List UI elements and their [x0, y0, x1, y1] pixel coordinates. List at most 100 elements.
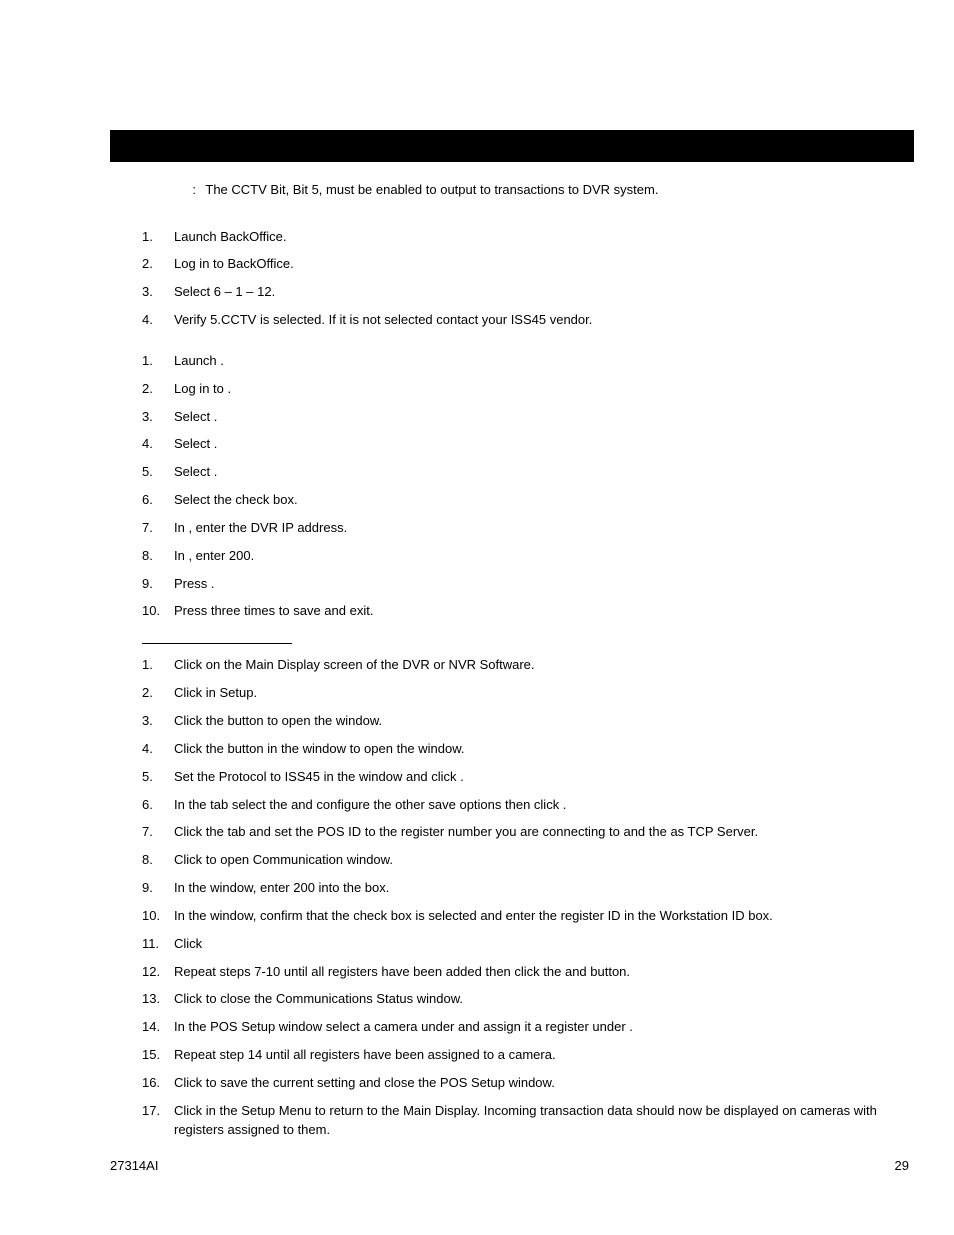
step-num: 8. — [142, 547, 174, 566]
step-num: 4. — [142, 311, 174, 330]
divider — [142, 643, 292, 644]
list-item: 7.In , enter the DVR IP address. — [142, 519, 894, 538]
step-text: Launch BackOffice. — [174, 228, 894, 247]
list-item: 16.Click to save the current setting and… — [142, 1074, 894, 1093]
step-text: In the POS Setup window select a camera … — [174, 1018, 894, 1037]
step-text: Click the button to open the window. — [174, 712, 894, 731]
step-num: 5. — [142, 463, 174, 482]
step-text: Click the tab and set the POS ID to the … — [174, 823, 894, 842]
step-num: 8. — [142, 851, 174, 870]
step-text: In the tab select the and configure the … — [174, 796, 894, 815]
footer-left: 27314AI — [110, 1158, 158, 1173]
list-item: 1.Click on the Main Display screen of th… — [142, 656, 894, 675]
step-text: Click to close the Communications Status… — [174, 990, 894, 1009]
step-num: 2. — [142, 380, 174, 399]
step-num: 4. — [142, 435, 174, 454]
step-num: 6. — [142, 491, 174, 510]
step-num: 3. — [142, 408, 174, 427]
step-text: Select . — [174, 408, 894, 427]
step-num: 11. — [142, 935, 174, 954]
list-item: 4.Verify 5.CCTV is selected. If it is no… — [142, 311, 894, 330]
page-number: 29 — [895, 1158, 909, 1173]
list-item: 17.Click in the Setup Menu to return to … — [142, 1102, 894, 1140]
list-item: 6.In the tab select the and configure th… — [142, 796, 894, 815]
step-num: 13. — [142, 990, 174, 1009]
step-num: 9. — [142, 575, 174, 594]
step-num: 1. — [142, 656, 174, 675]
header-bar — [110, 130, 914, 162]
list-item: 3.Select . — [142, 408, 894, 427]
list-item: 7.Click the tab and set the POS ID to th… — [142, 823, 894, 842]
step-num: 15. — [142, 1046, 174, 1065]
step-text: Click in the Setup Menu to return to the… — [174, 1102, 894, 1140]
note-colon: : — [174, 180, 202, 200]
step-text: Select . — [174, 435, 894, 454]
section-a: 1.Launch BackOffice. 2.Log in to BackOff… — [142, 228, 894, 330]
list-item: 4.Click the button in the window to open… — [142, 740, 894, 759]
step-text: Click in Setup. — [174, 684, 894, 703]
step-text: Verify 5.CCTV is selected. If it is not … — [174, 311, 894, 330]
list-item: 1.Launch . — [142, 352, 894, 371]
section-c: 1.Click on the Main Display screen of th… — [142, 656, 894, 1139]
step-text: Repeat steps 7-10 until all registers ha… — [174, 963, 894, 982]
list-item: 10.In the window, confirm that the check… — [142, 907, 894, 926]
list-item: 15.Repeat step 14 until all registers ha… — [142, 1046, 894, 1065]
step-text: In the window, enter 200 into the box. — [174, 879, 894, 898]
step-num: 10. — [142, 602, 174, 621]
step-text: Launch . — [174, 352, 894, 371]
step-text: Repeat step 14 until all registers have … — [174, 1046, 894, 1065]
list-item: 13.Click to close the Communications Sta… — [142, 990, 894, 1009]
step-num: 3. — [142, 283, 174, 302]
step-num: 3. — [142, 712, 174, 731]
step-text: Click on the Main Display screen of the … — [174, 656, 894, 675]
step-num: 1. — [142, 228, 174, 247]
step-num: 1. — [142, 352, 174, 371]
step-text: In , enter the DVR IP address. — [174, 519, 894, 538]
step-num: 6. — [142, 796, 174, 815]
list-item: 3.Select 6 – 1 – 12. — [142, 283, 894, 302]
note-text: The CCTV Bit, Bit 5, must be enabled to … — [205, 182, 658, 197]
step-num: 2. — [142, 684, 174, 703]
step-text: Click to open Communication window. — [174, 851, 894, 870]
list-item: 2.Log in to BackOffice. — [142, 255, 894, 274]
list-item: 1.Launch BackOffice. — [142, 228, 894, 247]
step-num: 9. — [142, 879, 174, 898]
step-text: Log in to BackOffice. — [174, 255, 894, 274]
list-item: 2.Click in Setup. — [142, 684, 894, 703]
list-item: 2.Log in to . — [142, 380, 894, 399]
list-item: 10.Press three times to save and exit. — [142, 602, 894, 621]
step-text: Click to save the current setting and cl… — [174, 1074, 894, 1093]
step-num: 12. — [142, 963, 174, 982]
list-item: 5.Set the Protocol to ISS45 in the windo… — [142, 768, 894, 787]
step-num: 17. — [142, 1102, 174, 1121]
step-text: Select . — [174, 463, 894, 482]
step-text: Press . — [174, 575, 894, 594]
section-b: 1.Launch . 2.Log in to . 3.Select . 4.Se… — [142, 352, 894, 621]
step-text: Press three times to save and exit. — [174, 602, 894, 621]
list-item: 3.Click the button to open the window. — [142, 712, 894, 731]
step-text: Log in to . — [174, 380, 894, 399]
step-num: 2. — [142, 255, 174, 274]
step-num: 7. — [142, 519, 174, 538]
list-item: 6.Select the check box. — [142, 491, 894, 510]
footer: 27314AI 29 — [110, 1158, 909, 1173]
step-num: 7. — [142, 823, 174, 842]
list-item: 12.Repeat steps 7-10 until all registers… — [142, 963, 894, 982]
step-num: 4. — [142, 740, 174, 759]
list-item: 8.In , enter 200. — [142, 547, 894, 566]
step-text: In , enter 200. — [174, 547, 894, 566]
step-text: Click the button in the window to open t… — [174, 740, 894, 759]
list-item: 8.Click to open Communication window. — [142, 851, 894, 870]
list-item: 4.Select . — [142, 435, 894, 454]
note-line: : The CCTV Bit, Bit 5, must be enabled t… — [174, 180, 894, 200]
step-num: 16. — [142, 1074, 174, 1093]
list-item: 9.In the window, enter 200 into the box. — [142, 879, 894, 898]
list-item: 5.Select . — [142, 463, 894, 482]
list-item: 14.In the POS Setup window select a came… — [142, 1018, 894, 1037]
step-text: Select the check box. — [174, 491, 894, 510]
step-text: Click — [174, 935, 894, 954]
step-text: In the window, confirm that the check bo… — [174, 907, 894, 926]
list-item: 11.Click — [142, 935, 894, 954]
step-num: 14. — [142, 1018, 174, 1037]
step-num: 10. — [142, 907, 174, 926]
